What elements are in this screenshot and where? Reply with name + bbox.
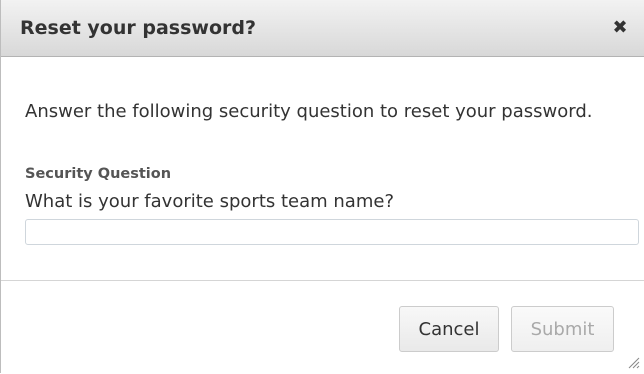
- dialog-titlebar[interactable]: Reset your password? ✖: [1, 0, 644, 57]
- close-icon[interactable]: ✖: [610, 18, 630, 38]
- security-answer-input[interactable]: [25, 219, 639, 245]
- dialog-body: Answer the following security question t…: [1, 58, 644, 280]
- dialog-title: Reset your password?: [20, 17, 256, 39]
- security-question-text: What is your favorite sports team name?: [25, 191, 394, 212]
- reset-password-dialog: Reset your password? ✖ Answer the follow…: [0, 0, 644, 373]
- cancel-button[interactable]: Cancel: [399, 306, 499, 352]
- security-question-label: Security Question: [25, 166, 172, 182]
- resize-grip-icon[interactable]: [626, 355, 640, 369]
- dialog-footer: Cancel Submit: [1, 280, 644, 374]
- submit-button[interactable]: Submit: [511, 306, 614, 352]
- instructions-text: Answer the following security question t…: [25, 101, 593, 122]
